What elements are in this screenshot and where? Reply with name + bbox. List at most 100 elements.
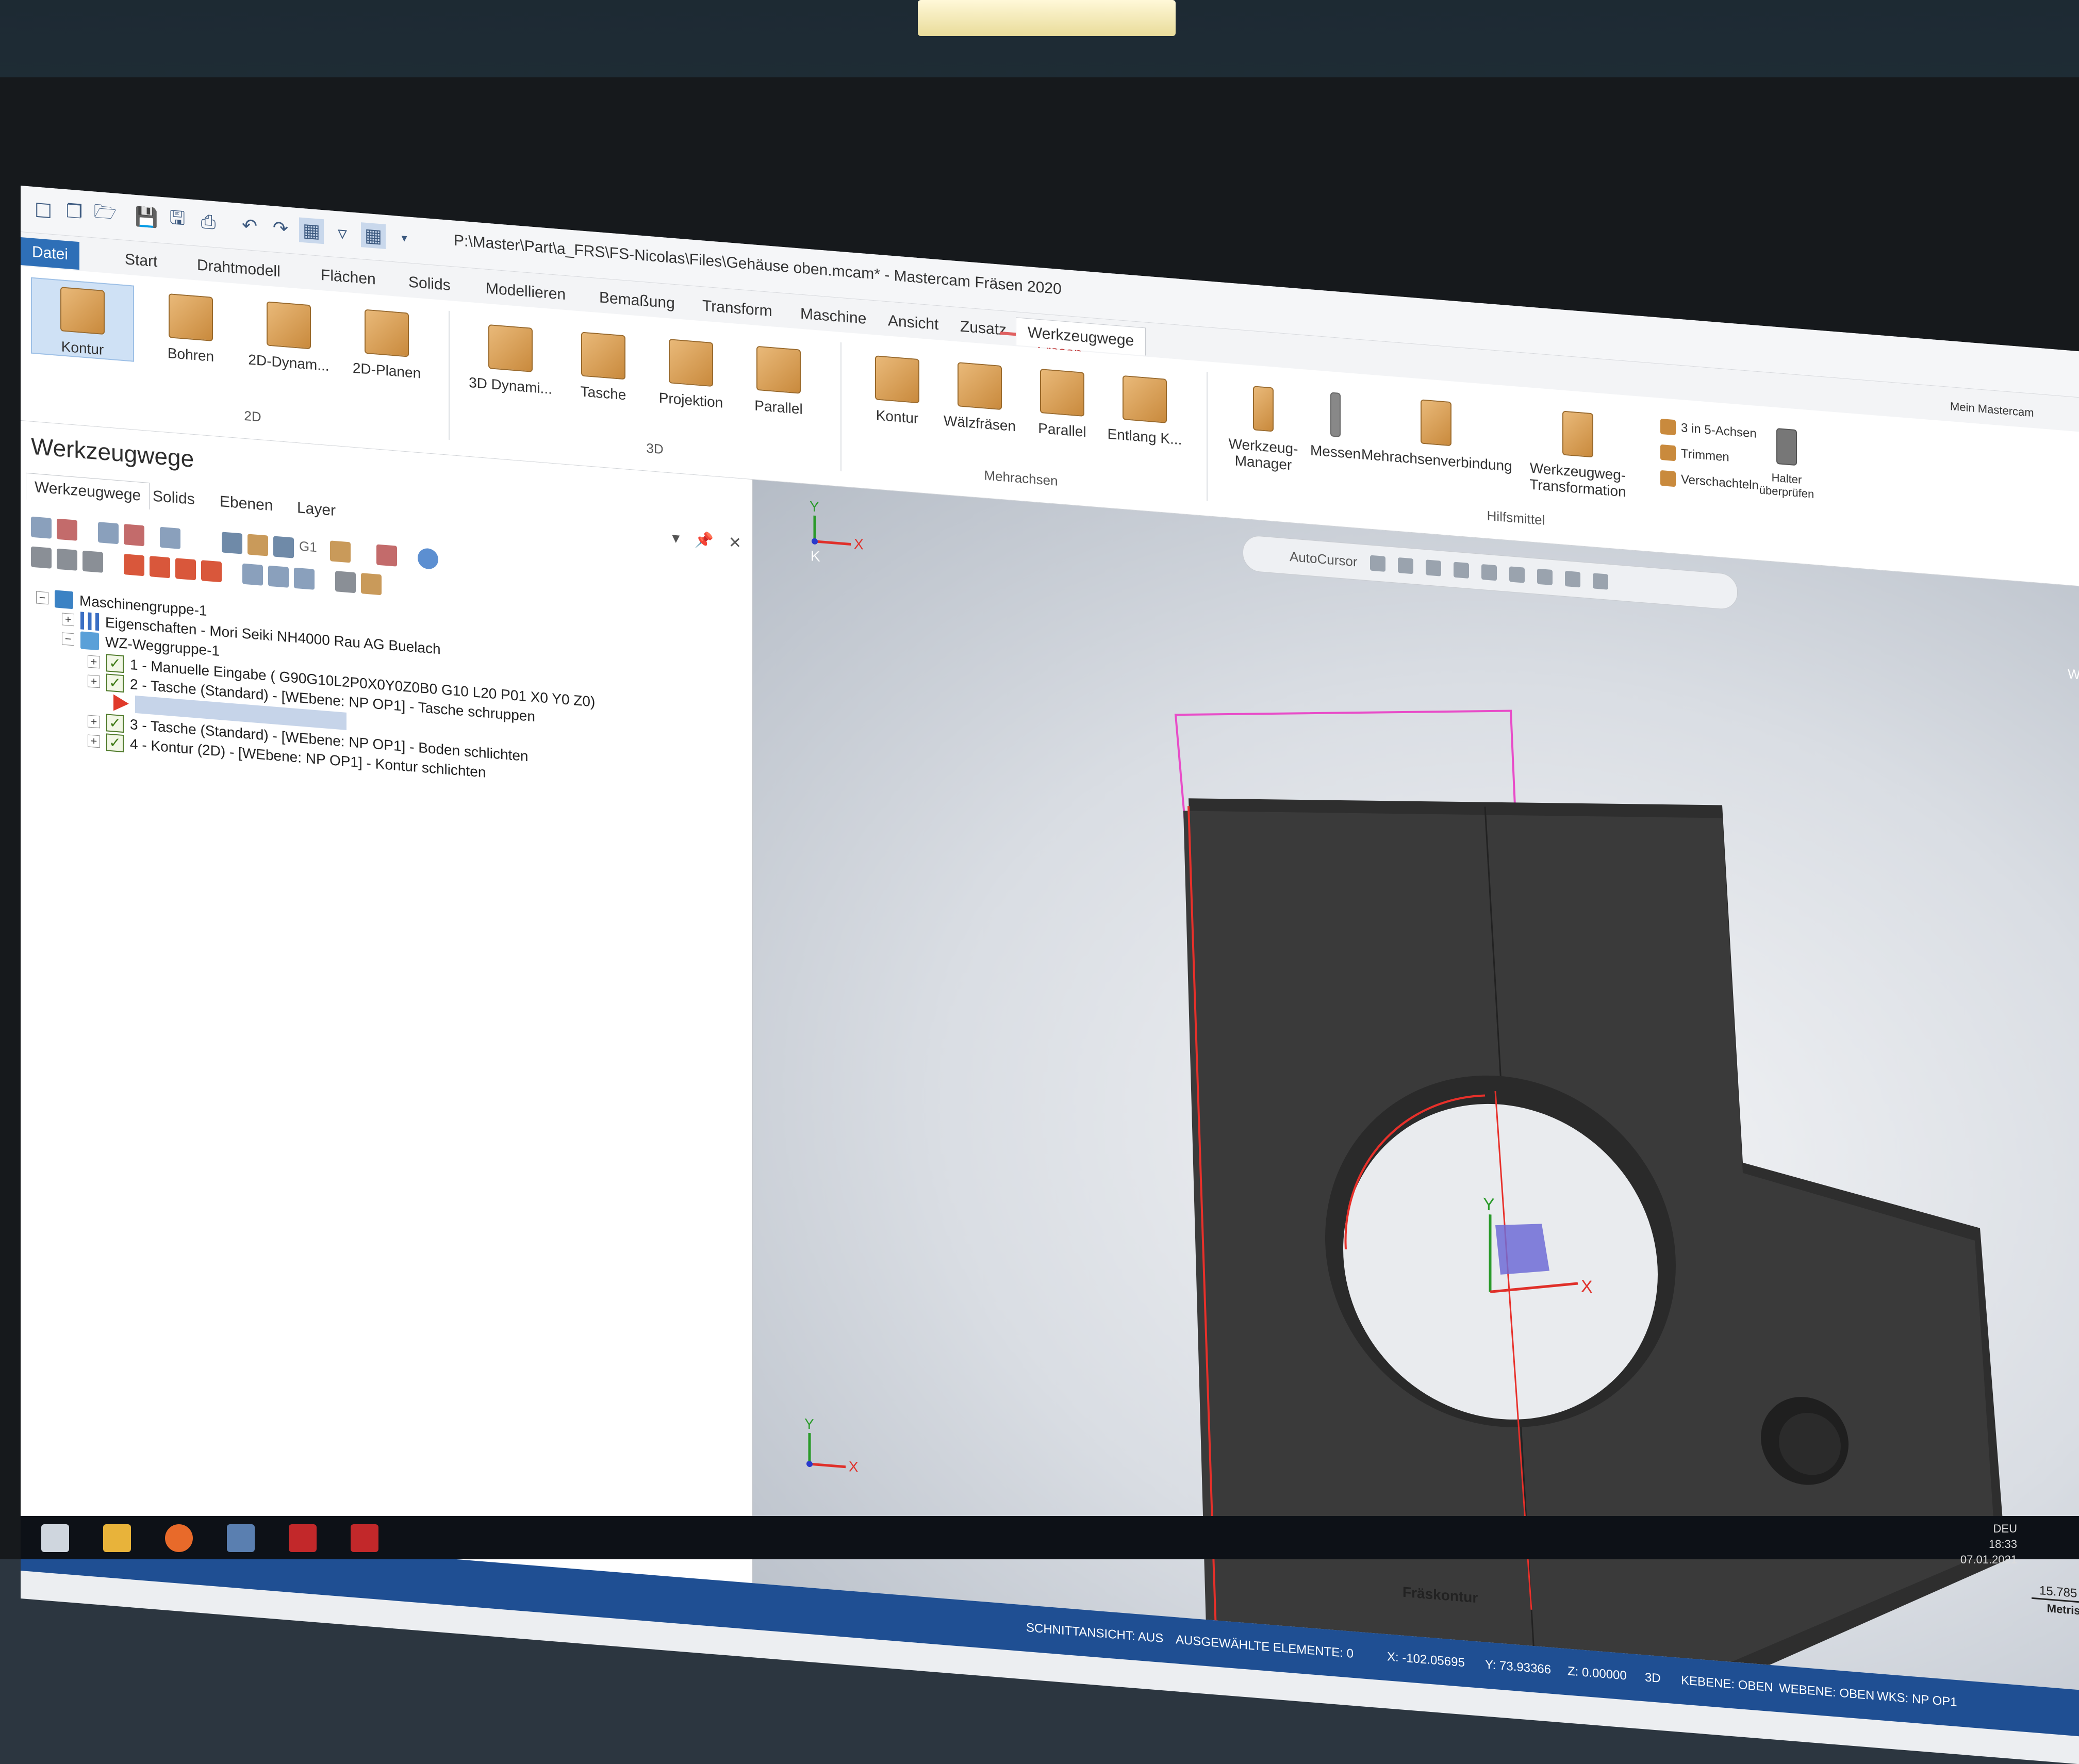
copy-icon[interactable]: ❐	[62, 198, 87, 225]
show-hide-icon[interactable]	[335, 571, 356, 594]
triad-k-label: K	[811, 548, 820, 564]
x-coordinate: X: -102.05695	[1387, 1650, 1465, 1670]
redo-icon[interactable]: ↷	[268, 215, 293, 242]
toggle-post-icon[interactable]	[82, 550, 103, 573]
mode-3d-toggle[interactable]: 3D	[1645, 1670, 1661, 1686]
open-folder-icon[interactable]: 🗁	[93, 201, 118, 227]
move-down-icon[interactable]	[124, 554, 144, 576]
operation-checkbox[interactable]: ✓	[106, 733, 124, 753]
expand-toggle[interactable]: +	[88, 655, 100, 669]
tab-solids[interactable]: Solids	[397, 268, 462, 301]
3-in-5-achsen-button[interactable]: 3 in 5-Achsen	[1660, 418, 1757, 442]
expand-toggle[interactable]: +	[88, 734, 100, 748]
language-indicator[interactable]: DEU	[1960, 1521, 2017, 1537]
undo-icon[interactable]: ↶	[237, 212, 262, 239]
backplot-icon[interactable]	[248, 534, 268, 556]
expand-icon[interactable]	[268, 565, 289, 588]
messen-button[interactable]: Messen	[1299, 390, 1372, 464]
cplane-status[interactable]: KEBENE: OBEN	[1681, 1673, 1773, 1695]
move-up-icon[interactable]	[150, 556, 170, 579]
help-icon[interactable]	[418, 547, 438, 570]
panel-dropdown-icon[interactable]: ▾	[672, 529, 680, 548]
parallel-3d-button[interactable]: Parallel	[727, 343, 830, 420]
3-in-5-axis-icon	[1660, 418, 1676, 436]
tab-solids-panel[interactable]: Solids	[144, 482, 203, 514]
pin-icon[interactable]: 📌	[695, 531, 714, 550]
select-all-icon[interactable]	[31, 516, 52, 539]
lathe-icon[interactable]	[330, 540, 351, 563]
along-curve-icon	[1123, 375, 1167, 423]
print-icon[interactable]: ⎙	[196, 209, 221, 236]
kontur-2d-button[interactable]: Kontur	[31, 277, 134, 362]
calculator-icon[interactable]	[227, 1524, 255, 1552]
regenerate-dirty-icon[interactable]	[124, 524, 144, 547]
g1-label[interactable]: G1	[299, 538, 325, 560]
highfeed-icon[interactable]	[376, 544, 397, 567]
entlang-kurve-button[interactable]: Entlang K...	[1093, 373, 1196, 449]
kontur-2d-label: Kontur	[61, 338, 104, 358]
customize-qat-icon[interactable]: ▾	[392, 225, 417, 252]
entlang-kurve-label: Entlang K...	[1107, 425, 1182, 448]
collapse-icon[interactable]	[294, 567, 315, 590]
post-icon[interactable]	[273, 536, 294, 558]
grid-icon[interactable]: ▦	[361, 222, 386, 249]
insert-arrow-icon[interactable]	[113, 694, 129, 712]
level-manager-icon[interactable]: ▦	[299, 217, 324, 244]
tab-werkzeugwege-panel[interactable]: Werkzeugwege	[26, 472, 150, 510]
firefox-icon[interactable]	[165, 1524, 193, 1552]
section-view-status[interactable]: SCHNITTANSICHT: AUS	[1026, 1621, 1163, 1646]
start-icon[interactable]	[41, 1524, 69, 1552]
tab-flaechen[interactable]: Flächen	[309, 260, 387, 294]
mastercam-icon[interactable]	[351, 1524, 378, 1552]
scroll-icon[interactable]	[201, 560, 222, 583]
collapse-toggle[interactable]: −	[36, 591, 48, 605]
group-hilfsmittel-label: Hilfsmittel	[1487, 507, 1545, 528]
operation-checkbox[interactable]: ✓	[106, 714, 124, 733]
verschachteln-button[interactable]: Verschachteln	[1660, 470, 1759, 493]
3d-dynamic-label: 3D Dynami...	[469, 374, 552, 397]
insert-after-icon[interactable]	[175, 558, 196, 581]
close-icon[interactable]: ✕	[729, 533, 741, 552]
expand-toggle[interactable]: +	[88, 674, 100, 688]
file-explorer-icon[interactable]	[103, 1524, 131, 1552]
tray-clock[interactable]: DEU 18:33 07.01.2021	[1960, 1521, 2017, 1568]
tool-app-icon[interactable]	[289, 1524, 317, 1552]
single-select-icon[interactable]	[242, 563, 263, 586]
new-file-icon[interactable]: □	[31, 196, 56, 223]
projektion-label: Projektion	[658, 389, 723, 411]
group-2d-label: 2D	[244, 407, 261, 425]
tab-layer-panel[interactable]: Layer	[289, 494, 344, 525]
operation-checkbox[interactable]: ✓	[106, 654, 124, 673]
operation-checkbox[interactable]: ✓	[106, 673, 124, 693]
wcs-status[interactable]: WKS: NP OP1	[1877, 1689, 1957, 1710]
filter-icon[interactable]: ▿	[330, 220, 355, 246]
expand-toggle[interactable]: +	[62, 613, 74, 627]
2d-dynamic-label: 2D-Dynam...	[248, 351, 329, 374]
tplane-status[interactable]: WEBENE: OBEN	[1779, 1681, 1874, 1703]
2d-dynamic-button[interactable]: 2D-Dynam...	[237, 299, 340, 375]
2d-planen-button[interactable]: 2D-Planen	[335, 307, 438, 383]
toggle-display-icon[interactable]	[57, 548, 77, 571]
save-icon[interactable]: 💾	[134, 204, 159, 231]
3d-dynamic-button[interactable]: 3D Dynami...	[459, 322, 562, 398]
expand-toggle[interactable]: +	[88, 715, 100, 729]
collapse-toggle[interactable]: −	[62, 632, 74, 646]
verify-icon[interactable]	[222, 532, 242, 554]
tab-ansicht[interactable]: Ansicht	[877, 306, 950, 340]
deselect-icon[interactable]	[57, 518, 77, 541]
halter-ueberpruefen-button[interactable]: Halter überprüfen	[1753, 426, 1820, 501]
tab-datei[interactable]: Datei	[21, 237, 80, 270]
trimmen-button[interactable]: Trimmen	[1660, 444, 1729, 466]
simulate-icon[interactable]	[160, 526, 180, 549]
graphics-viewport[interactable]: AutoCursor X Y K X Y W X Y Fräskontur 15…	[753, 480, 2079, 1690]
tool-library-icon[interactable]	[361, 573, 382, 596]
regenerate-icon[interactable]	[98, 522, 119, 545]
parallel-multiaxis-icon	[1040, 369, 1084, 417]
werkzeugweg-transformation-button[interactable]: Werkzeugweg-Transformation	[1495, 405, 1660, 503]
mehrachsenverbindung-button[interactable]: Mehrachsenverbindung	[1361, 394, 1512, 474]
lock-icon[interactable]	[31, 546, 52, 569]
tab-start[interactable]: Start	[113, 244, 169, 277]
bohren-button[interactable]: Bohren	[139, 291, 242, 368]
save-as-icon[interactable]: 🖫	[165, 207, 190, 234]
tab-ebenen-panel[interactable]: Ebenen	[211, 488, 281, 520]
